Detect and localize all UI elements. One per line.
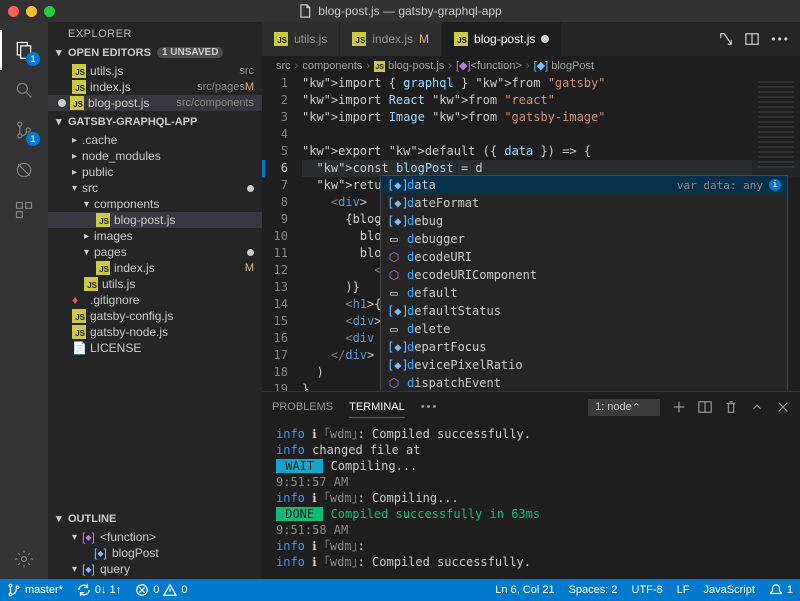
file-item[interactable]: JSutils.js [48, 276, 262, 292]
suggest-item[interactable]: [◆]defaultStatus [381, 302, 787, 320]
extensions-icon[interactable] [0, 190, 48, 230]
window-title: blog-post.js — gatsby-graphql-app [298, 4, 501, 18]
suggest-item[interactable]: ▭debugger [381, 230, 787, 248]
status-sync[interactable]: 0↓ 1↑ [70, 579, 128, 601]
folder-item[interactable]: ▸.cache [48, 132, 262, 148]
suggest-item[interactable]: [◆]devicePixelRatio [381, 356, 787, 374]
outline-header[interactable]: ▾ OUTLINE [48, 510, 262, 527]
titlebar: blog-post.js — gatsby-graphql-app [0, 0, 800, 22]
terminal-select[interactable]: 1: node ⌃ [588, 399, 660, 416]
file-item[interactable]: JSindex.jsM [48, 260, 262, 276]
folder-item[interactable]: ▾src [48, 180, 262, 196]
folder-item[interactable]: ▾pages [48, 244, 262, 260]
error-icon [135, 583, 149, 597]
file-item[interactable]: 📄LICENSE [48, 340, 262, 356]
minimize-window-icon[interactable] [26, 6, 37, 17]
status-encoding[interactable]: UTF-8 [625, 579, 670, 601]
open-editors-header[interactable]: ▾ OPEN EDITORS 1 UNSAVED [48, 44, 262, 61]
status-feedback[interactable]: 1 [762, 579, 800, 601]
new-terminal-icon[interactable] [672, 400, 686, 414]
file-item[interactable]: JSgatsby-config.js [48, 308, 262, 324]
sync-icon [77, 583, 91, 597]
split-terminal-icon[interactable] [698, 400, 712, 414]
terminal-output[interactable]: info ℹ ｢wdm｣: Compiled successfully.info… [262, 422, 800, 579]
file-item[interactable]: JSblog-post.js [48, 212, 262, 228]
search-icon[interactable] [0, 70, 48, 110]
scm-badge: 1 [26, 132, 40, 146]
status-eol[interactable]: LF [670, 579, 697, 601]
file-icon [298, 4, 312, 18]
sidebar: EXPLORER ▾ OPEN EDITORS 1 UNSAVED JSutil… [48, 22, 262, 579]
folder-item[interactable]: ▾components [48, 196, 262, 212]
suggest-item[interactable]: ⬡decodeURI [381, 248, 787, 266]
close-panel-icon[interactable] [776, 400, 790, 414]
folder-item[interactable]: ▸images [48, 228, 262, 244]
status-spaces[interactable]: Spaces: 2 [562, 579, 625, 601]
editor-area: JSutils.jsJSindex.jsMJSblog-post.js ••• … [262, 22, 800, 579]
suggest-item[interactable]: [◆]departFocus [381, 338, 787, 356]
suggest-item[interactable]: ⬡dispatchEvent [381, 374, 787, 391]
editor-tab[interactable]: JSindex.jsM [340, 22, 442, 56]
branch-icon [7, 583, 21, 597]
sidebar-title: EXPLORER [48, 22, 262, 44]
open-editor-item[interactable]: JSblog-post.jssrc/components [48, 95, 262, 111]
breadcrumb[interactable]: src›components›JS blog-post.js›[◆]<funct… [262, 56, 800, 75]
statusbar: master* 0↓ 1↑ 0 0 Ln 6, Col 21 Spaces: 2… [0, 579, 800, 601]
status-errors[interactable]: 0 0 [128, 579, 194, 601]
zoom-window-icon[interactable] [44, 6, 55, 17]
panel-tab-terminal[interactable]: TERMINAL [349, 397, 405, 418]
outline-item[interactable]: ▾[◆]<function> [48, 529, 262, 545]
suggest-item[interactable]: ⬡decodeURIComponent [381, 266, 787, 284]
maximize-panel-icon[interactable] [750, 400, 764, 414]
intellisense-popup[interactable]: [◆]datavar data: anyi[◆]dateFormat[◆]deb… [380, 175, 788, 391]
active-line-indicator [262, 160, 265, 177]
status-branch[interactable]: master* [0, 579, 70, 601]
editor-tab[interactable]: JSblog-post.js [442, 22, 562, 56]
kill-terminal-icon[interactable] [724, 400, 738, 414]
bell-icon [769, 583, 783, 597]
explorer-badge: 1 [26, 52, 40, 66]
more-icon[interactable]: ••• [771, 32, 790, 46]
settings-icon[interactable] [0, 539, 48, 579]
suggest-item[interactable]: [◆]dateFormat [381, 194, 787, 212]
warning-icon [163, 583, 177, 597]
suggest-item[interactable]: [◆]datavar data: anyi [381, 176, 787, 194]
editor-tab[interactable]: JSutils.js [262, 22, 340, 56]
source-control-icon[interactable]: 1 [0, 110, 48, 150]
panel-tab-problems[interactable]: PROBLEMS [272, 397, 333, 417]
panel: PROBLEMS TERMINAL ••• 1: node ⌃ info ℹ ｢… [262, 391, 800, 579]
outline-item[interactable]: ▾[◆]query [48, 561, 262, 577]
status-lang[interactable]: JavaScript [697, 579, 762, 601]
close-window-icon[interactable] [8, 6, 19, 17]
suggest-item[interactable]: [◆]debug [381, 212, 787, 230]
debug-icon[interactable] [0, 150, 48, 190]
folder-item[interactable]: ▸node_modules [48, 148, 262, 164]
split-editor-icon[interactable] [745, 32, 759, 46]
file-item[interactable]: JSgatsby-node.js [48, 324, 262, 340]
file-item[interactable]: ♦.gitignore [48, 292, 262, 308]
open-editor-item[interactable]: JSindex.jssrc/pagesM [48, 79, 262, 95]
explorer-icon[interactable]: 1 [0, 30, 48, 70]
project-header[interactable]: ▾ GATSBY-GRAPHQL-APP [48, 113, 262, 130]
outline-item[interactable]: [◆]blogPost [48, 545, 262, 561]
suggest-item[interactable]: ▭delete [381, 320, 787, 338]
suggest-item[interactable]: ▭default [381, 284, 787, 302]
compare-icon[interactable] [719, 32, 733, 46]
status-cursor[interactable]: Ln 6, Col 21 [488, 579, 561, 601]
folder-item[interactable]: ▸public [48, 164, 262, 180]
more-icon[interactable]: ••• [421, 401, 439, 413]
activity-bar: 1 1 [0, 22, 48, 579]
tabs: JSutils.jsJSindex.jsMJSblog-post.js ••• [262, 22, 800, 56]
unsaved-badge: 1 UNSAVED [157, 47, 224, 58]
open-editor-item[interactable]: JSutils.jssrc [48, 63, 262, 79]
line-numbers: 1234567891011121314151617181920 [262, 75, 302, 391]
